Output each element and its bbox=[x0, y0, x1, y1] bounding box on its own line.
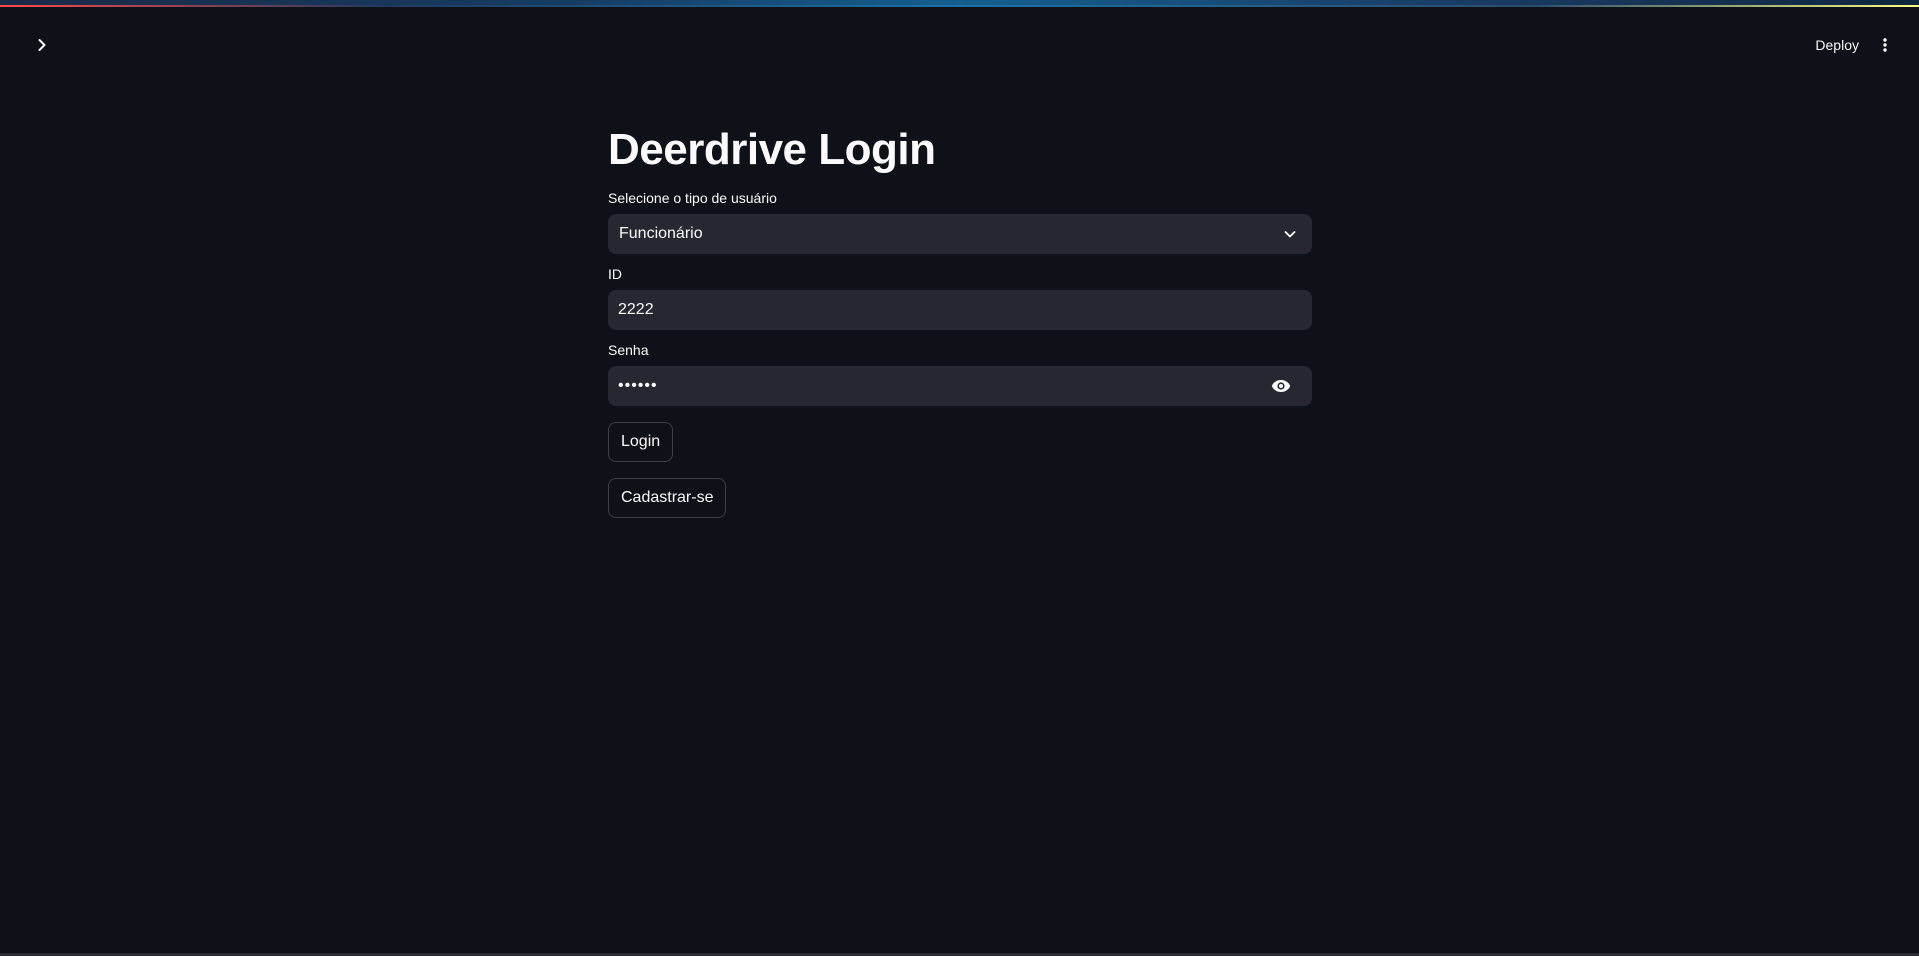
eye-icon bbox=[1271, 380, 1291, 392]
password-input[interactable] bbox=[608, 366, 1312, 406]
register-button[interactable]: Cadastrar-se bbox=[608, 478, 727, 518]
page-title: Deerdrive Login bbox=[608, 125, 936, 174]
user-type-select[interactable]: Funcionário bbox=[608, 214, 1312, 254]
login-button-row: Login bbox=[608, 422, 1312, 462]
sidebar-toggle-button[interactable] bbox=[28, 31, 56, 59]
register-button-row: Cadastrar-se bbox=[608, 478, 1312, 518]
top-decoration-stripe bbox=[0, 0, 1919, 7]
app-header: Deploy bbox=[0, 7, 1919, 77]
password-label: Senha bbox=[608, 342, 649, 358]
deploy-button[interactable]: Deploy bbox=[1811, 31, 1863, 59]
password-field bbox=[608, 366, 1312, 406]
show-password-button[interactable] bbox=[1270, 376, 1292, 396]
main-menu-button[interactable] bbox=[1877, 31, 1893, 59]
top-decoration-stripe-inner bbox=[0, 0, 1919, 5]
login-button[interactable]: Login bbox=[608, 422, 674, 462]
chevron-down-icon bbox=[1284, 231, 1296, 238]
chevron-right-icon bbox=[38, 39, 46, 51]
id-input[interactable] bbox=[608, 290, 1312, 330]
main-content: Deerdrive Login Selecione o tipo de usuá… bbox=[608, 120, 1312, 518]
id-label: ID bbox=[608, 266, 622, 282]
more-vertical-icon bbox=[1883, 38, 1887, 52]
user-type-label: Selecione o tipo de usuário bbox=[608, 190, 777, 206]
user-type-selected-value: Funcionário bbox=[619, 225, 703, 242]
